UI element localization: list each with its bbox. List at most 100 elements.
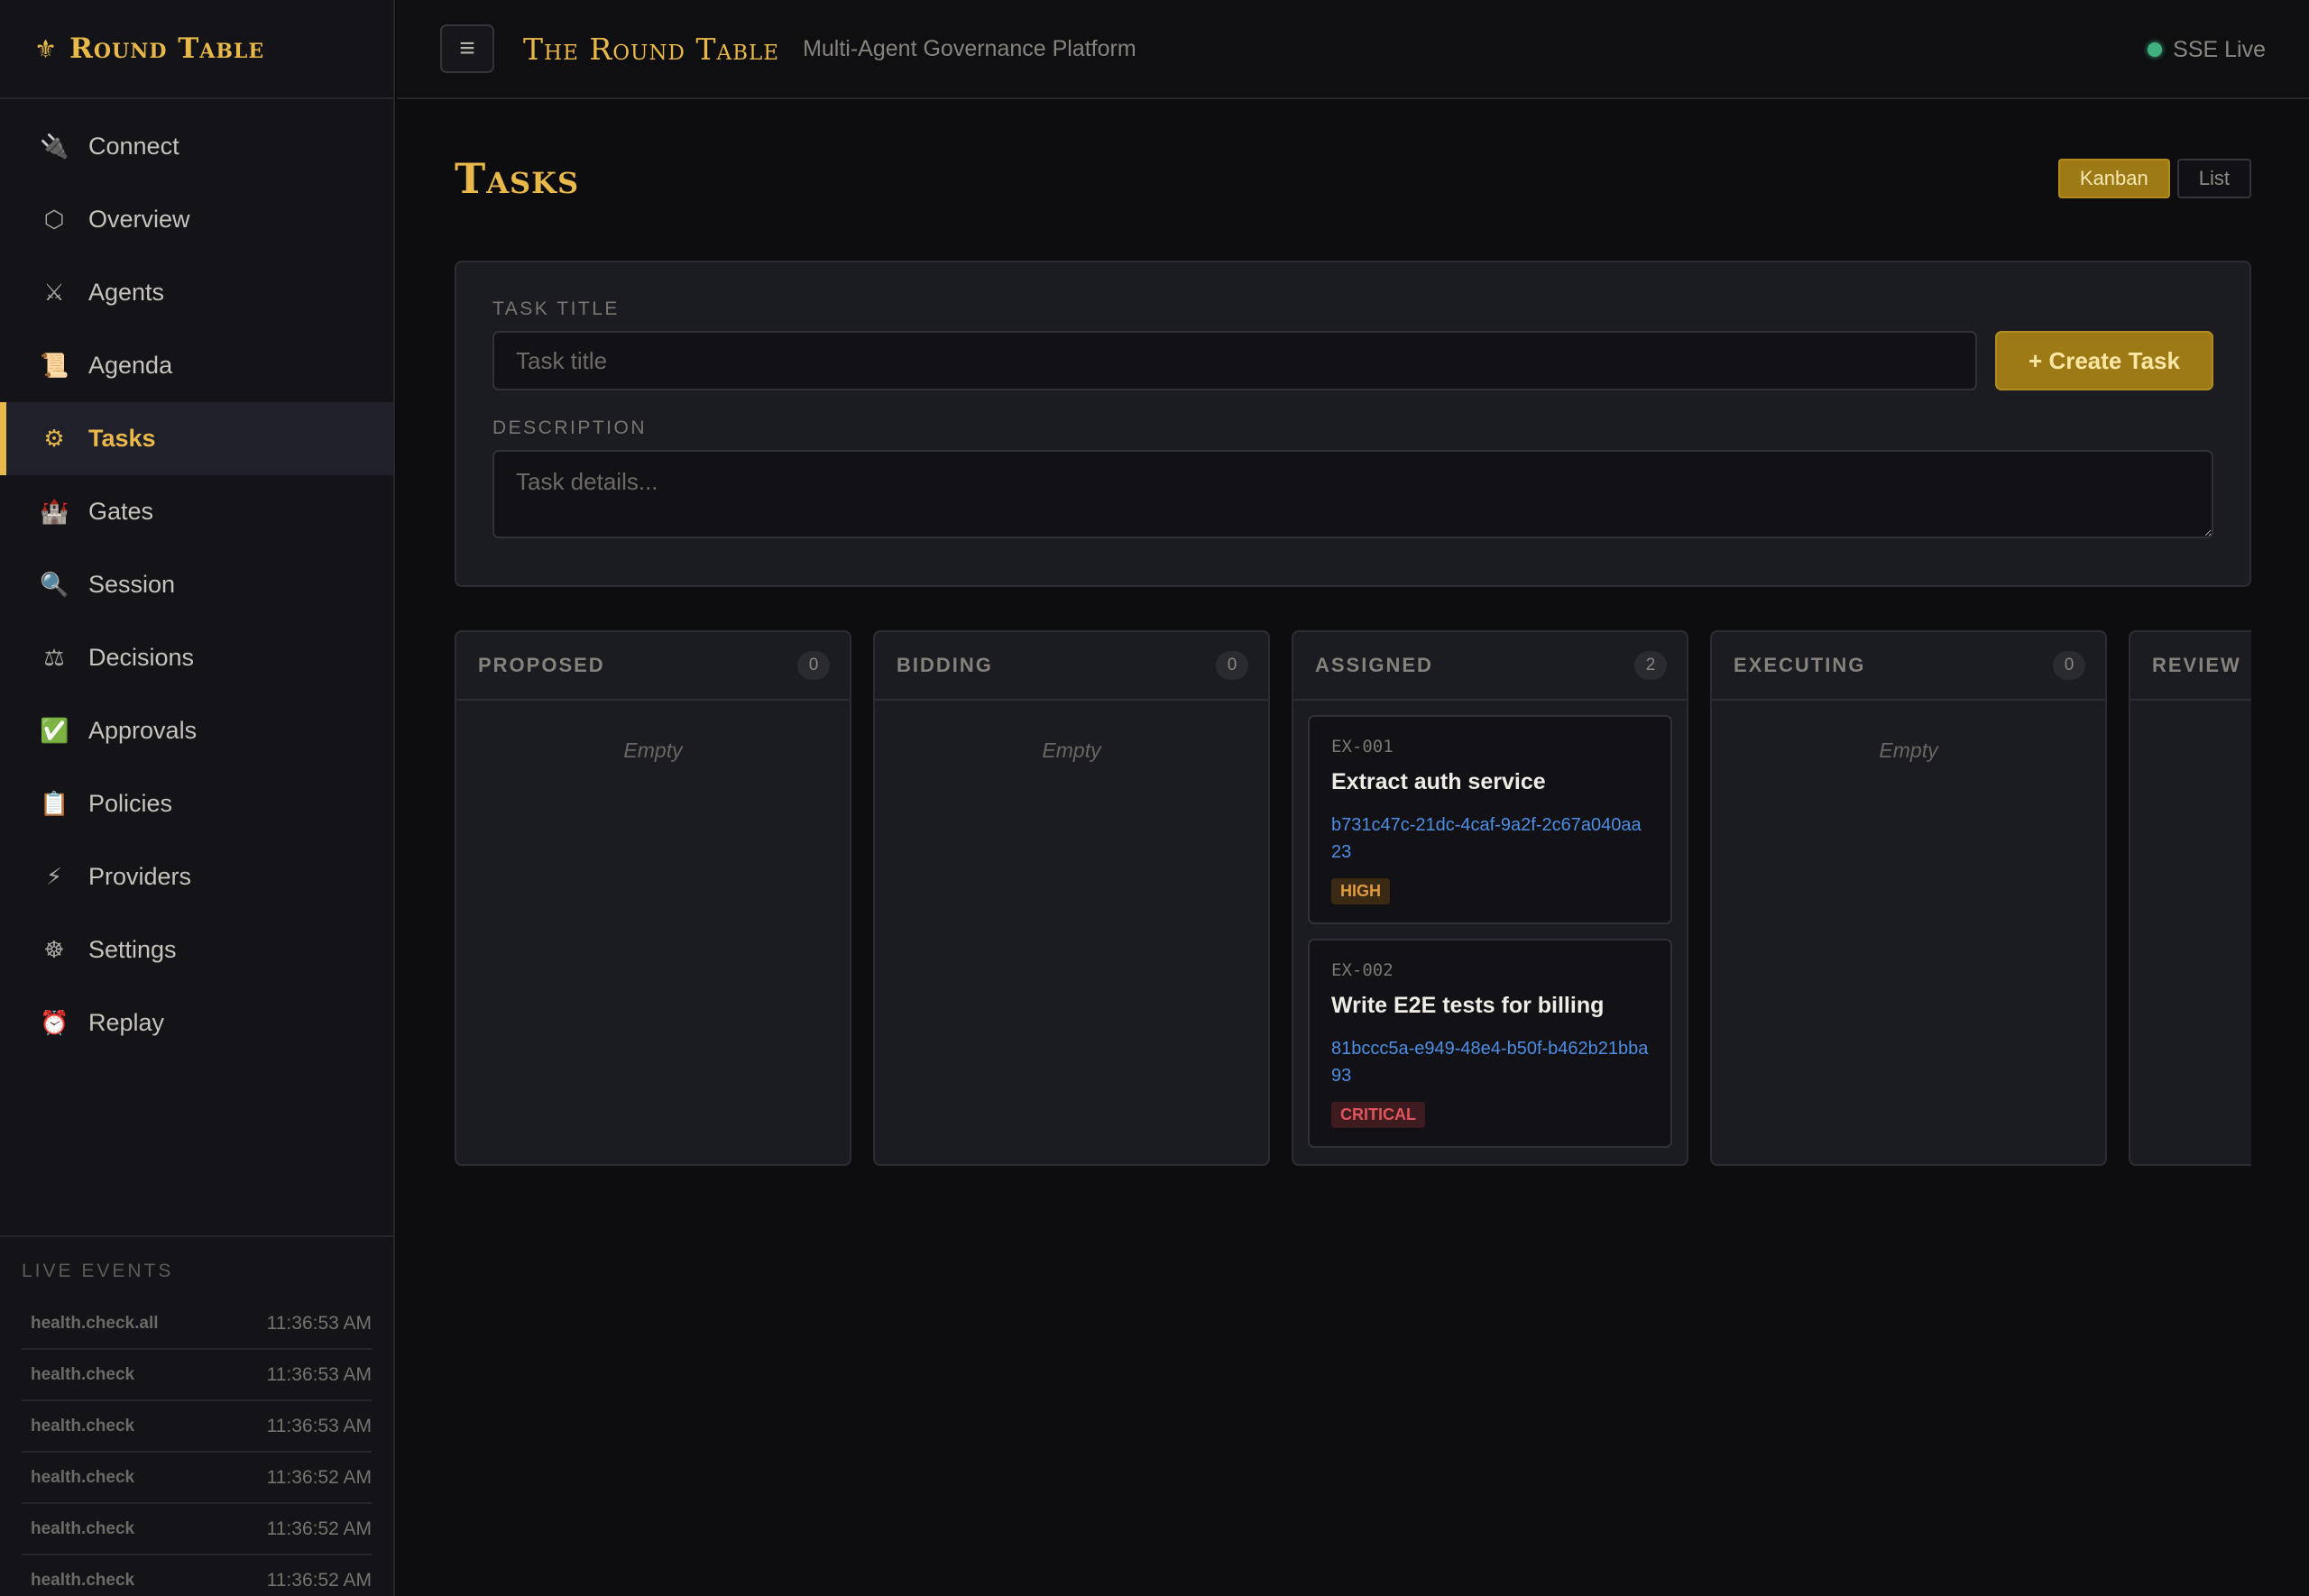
kanban-column-executing: EXECUTING 0 Empty [1710,630,2107,1166]
event-name: health.check [31,1416,135,1435]
view-toggle: Kanban List [2057,158,2251,198]
kanban-column-proposed: PROPOSED 0 Empty [455,630,851,1166]
sidebar-item-agents[interactable]: ⚔ Agents [0,256,393,329]
task-title-input[interactable] [492,331,1977,390]
create-task-button[interactable]: + Create Task [1995,331,2213,390]
column-header: ASSIGNED 2 [1293,632,1687,701]
sidebar-item-label: Connect [88,133,179,160]
sidebar-item-decisions[interactable]: ⚖ Decisions [0,621,393,694]
event-row[interactable]: health.check 11:36:52 AM [22,1504,372,1555]
topbar: ≡ The Round Table Multi-Agent Governance… [397,0,2309,99]
sidebar-item-label: Policies [88,790,173,817]
event-name: health.check [31,1570,135,1590]
description-label: DESCRIPTION [492,417,648,438]
overview-icon: ⬡ [43,206,65,233]
app-title: The Round Table [523,31,780,67]
event-row[interactable]: health.check.all 11:36:53 AM [22,1298,372,1350]
sidebar-item-approvals[interactable]: ✅ Approvals [0,694,393,767]
event-time: 11:36:52 AM [266,1569,372,1591]
column-name: REVIEW [2152,654,2241,676]
event-row[interactable]: health.check 11:36:52 AM [22,1555,372,1596]
kanban-column-review: REVIEW [2129,630,2251,1166]
connect-icon: 🔌 [40,133,69,160]
column-header: REVIEW [2130,632,2251,701]
sidebar-item-label: Decisions [88,644,195,671]
replay-icon: ⏰ [40,1009,69,1036]
kanban-board-scroll[interactable]: PROPOSED 0 Empty BIDDING 0 Empty ASSIGNED 2 EX-0… [455,630,2251,1171]
list-view-button[interactable]: List [2176,158,2251,198]
column-count-badge: 0 [797,651,830,680]
event-row[interactable]: health.check 11:36:53 AM [22,1401,372,1453]
main-content: Tasks Kanban List TASK TITLE + Create Ta… [455,99,2251,1171]
sidebar-item-label: Gates [88,498,154,525]
description-textarea[interactable] [492,450,2213,538]
column-header: PROPOSED 0 [456,632,850,701]
live-events-list: health.check.all 11:36:53 AM health.check 1… [22,1298,372,1596]
sidebar-item-label: Agents [88,279,165,306]
sidebar-item-label: Session [88,571,176,598]
brand-name: Round Table [69,32,265,65]
providers-icon: ⚡ [45,863,63,890]
sidebar-item-label: Approvals [88,717,198,744]
sidebar-item-providers[interactable]: ⚡ Providers [0,840,393,913]
gates-icon: 🏰 [40,498,69,525]
approvals-icon: ✅ [40,717,69,744]
sidebar-item-agenda[interactable]: 📜 Agenda [0,329,393,402]
sidebar-item-label: Replay [88,1009,165,1036]
app-subtitle: Multi-Agent Governance Platform [803,35,1136,61]
column-name: BIDDING [897,654,993,676]
task-id: EX-002 [1331,960,1394,980]
sidebar-item-label: Providers [88,863,192,890]
sidebar-item-session[interactable]: 🔍 Session [0,548,393,621]
sidebar-item-policies[interactable]: 📋 Policies [0,767,393,840]
menu-toggle-button[interactable]: ≡ [440,24,494,73]
agenda-icon: 📜 [40,352,69,379]
sidebar-item-label: Overview [88,206,190,233]
task-card[interactable]: EX-002 Write E2E tests for billing 81bccc5… [1308,939,1672,1148]
sidebar-nav: 🔌 Connect ⬡ Overview ⚔ Agents 📜 Agenda ⚙ Tasks 🏰 Ga… [0,99,393,1059]
sidebar-item-label: Tasks [88,425,156,452]
event-name: health.check [31,1364,135,1384]
task-title: Write E2E tests for billing [1331,993,1605,1018]
sidebar-item-connect[interactable]: 🔌 Connect [0,110,393,183]
task-assignee-link[interactable]: b731c47c-21dc-4caf-9a2f-2c67a040aa23 [1331,812,1649,866]
column-header: EXECUTING 0 [1712,632,2105,701]
sidebar: ⚜ Round Table 🔌 Connect ⬡ Overview ⚔ Agents 📜 A… [0,0,395,1596]
column-name: PROPOSED [478,654,605,676]
sidebar-item-settings[interactable]: ☸ Settings [0,913,393,986]
task-card[interactable]: EX-001 Extract auth service b731c47c-21dc-… [1308,715,1672,924]
event-time: 11:36:53 AM [266,1312,372,1334]
event-row[interactable]: health.check 11:36:53 AM [22,1350,372,1401]
session-icon: 🔍 [40,571,69,598]
brand[interactable]: ⚜ Round Table [0,0,393,99]
page-header: Tasks Kanban List [455,99,2251,257]
status-dot-icon [2148,42,2163,57]
column-empty-label: Empty [1042,738,1101,762]
sse-status: SSE Live [2148,0,2266,99]
page-title: Tasks [455,153,580,203]
column-empty-label: Empty [623,738,683,762]
event-row[interactable]: health.check 11:36:52 AM [22,1453,372,1504]
settings-icon: ☸ [43,936,65,963]
policies-icon: 📋 [40,790,69,817]
task-title-label: TASK TITLE [492,298,620,319]
kanban-column-bidding: BIDDING 0 Empty [873,630,1270,1166]
column-count-badge: 0 [2053,651,2085,680]
fleur-de-lis-icon: ⚜ [34,34,58,63]
column-header: BIDDING 0 [875,632,1268,701]
task-assignee-link[interactable]: 81bccc5a-e949-48e4-b50f-b462b21bba93 [1331,1035,1649,1089]
event-time: 11:36:53 AM [266,1415,372,1436]
column-count-badge: 0 [1216,651,1248,680]
task-title: Extract auth service [1331,769,1546,794]
sidebar-item-replay[interactable]: ⏰ Replay [0,986,393,1059]
column-count-badge: 2 [1634,651,1667,680]
live-events-title: LIVE EVENTS [22,1261,174,1281]
create-task-form: TASK TITLE + Create Task DESCRIPTION [455,261,2251,587]
sidebar-item-overview[interactable]: ⬡ Overview [0,183,393,256]
agents-icon: ⚔ [43,279,65,306]
sidebar-item-gates[interactable]: 🏰 Gates [0,475,393,548]
sidebar-item-tasks[interactable]: ⚙ Tasks [0,402,393,475]
tasks-icon: ⚙ [43,425,65,452]
kanban-view-button[interactable]: Kanban [2057,158,2170,198]
kanban-board: PROPOSED 0 Empty BIDDING 0 Empty ASSIGNED 2 EX-0… [455,630,2251,1166]
